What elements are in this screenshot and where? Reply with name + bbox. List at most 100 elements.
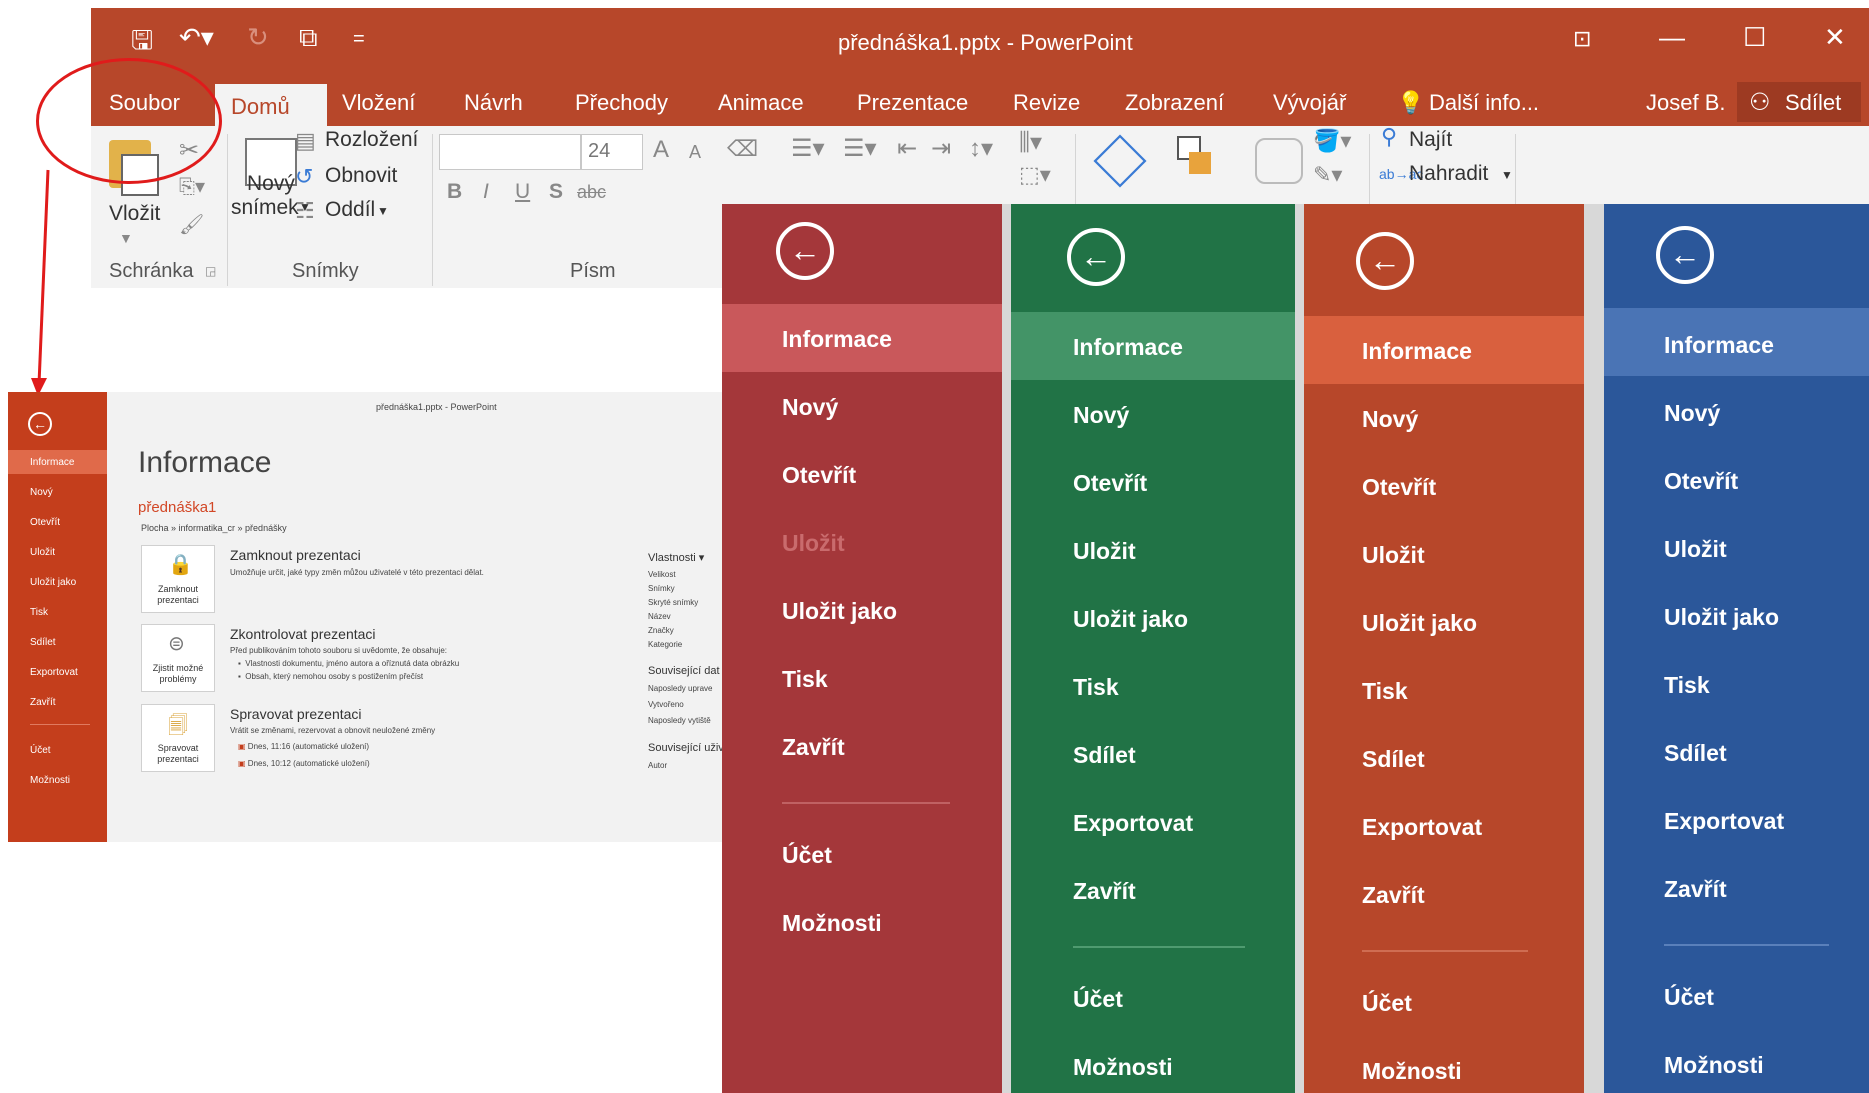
menu-info[interactable]: Informace — [1664, 332, 1774, 359]
grow-font-button[interactable]: A — [653, 136, 669, 164]
menu-account[interactable]: Účet — [30, 745, 51, 756]
reset-icon[interactable]: ↺ — [295, 164, 313, 190]
menu-share[interactable]: Sdílet — [30, 637, 56, 648]
paste-dropdown-icon[interactable]: ▼ — [119, 230, 133, 246]
shape-fill-icon[interactable]: 🪣▾ — [1313, 128, 1351, 154]
menu-open[interactable]: Otevřít — [1073, 470, 1147, 497]
menu-info[interactable]: Informace — [30, 457, 74, 468]
menu-close[interactable]: Zavřít — [30, 697, 56, 708]
properties-heading[interactable]: Vlastnosti ▾ — [648, 551, 704, 564]
menu-options[interactable]: Možnosti — [1664, 1052, 1764, 1079]
menu-save-as[interactable]: Uložit jako — [1073, 606, 1188, 633]
check-issues-button[interactable]: ⊜ Zjistit možné problémy — [141, 624, 215, 692]
quick-styles-icon[interactable] — [1255, 138, 1303, 184]
undo-icon[interactable]: ↶▾ — [179, 22, 214, 53]
menu-info[interactable]: Informace — [782, 326, 892, 353]
menu-close[interactable]: Zavřít — [1073, 878, 1136, 905]
menu-new[interactable]: Nový — [30, 487, 53, 498]
tab-review[interactable]: Revize — [1013, 90, 1080, 116]
menu-save[interactable]: Uložit — [1073, 538, 1136, 565]
section-icon[interactable]: ☷ — [295, 198, 315, 224]
replace-button[interactable]: Nahradit — [1409, 162, 1488, 186]
menu-options[interactable]: Možnosti — [1073, 1054, 1173, 1081]
menu-print[interactable]: Tisk — [1664, 672, 1710, 699]
menu-export[interactable]: Exportovat — [1073, 810, 1193, 837]
new-slide-button[interactable]: snímek — [231, 196, 299, 220]
back-icon[interactable]: ← — [1656, 226, 1714, 284]
protect-presentation-button[interactable]: 🔒 Zamknout prezentaci — [141, 545, 215, 613]
new-slide-line1[interactable]: Nový — [247, 172, 295, 196]
menu-save-as[interactable]: Uložit jako — [30, 577, 76, 588]
share-button[interactable]: ⚇ Sdílet — [1737, 82, 1861, 122]
menu-close[interactable]: Zavřít — [782, 734, 845, 761]
menu-export[interactable]: Exportovat — [1362, 814, 1482, 841]
menu-new[interactable]: Nový — [1073, 402, 1129, 429]
menu-save[interactable]: Uložit — [30, 547, 55, 558]
bold-button[interactable]: B — [447, 180, 462, 204]
italic-button[interactable]: I — [483, 180, 489, 204]
strikethrough-button[interactable]: abc — [577, 182, 606, 203]
bullets-icon[interactable]: ☰▾ — [791, 134, 825, 163]
reset-button[interactable]: Obnovit — [325, 164, 397, 188]
menu-account[interactable]: Účet — [1073, 986, 1123, 1013]
maximize-button[interactable]: ☐ — [1743, 22, 1766, 53]
format-painter-icon[interactable]: 🖌 — [179, 212, 204, 237]
increase-indent-icon[interactable]: ⇥ — [931, 134, 951, 163]
shape-outline-icon[interactable]: ✎▾ — [1313, 162, 1342, 188]
menu-account[interactable]: Účet — [1664, 984, 1714, 1011]
menu-print[interactable]: Tisk — [1362, 678, 1408, 705]
menu-share[interactable]: Sdílet — [1073, 742, 1136, 769]
dialog-launcher-icon[interactable]: ◲ — [205, 264, 216, 278]
minimize-button[interactable]: — — [1659, 22, 1685, 53]
menu-export[interactable]: Exportovat — [30, 667, 78, 678]
close-button[interactable]: ✕ — [1824, 22, 1846, 53]
tab-insert[interactable]: Vložení — [342, 90, 415, 116]
menu-new[interactable]: Nový — [782, 394, 838, 421]
tab-transitions[interactable]: Přechody — [575, 90, 668, 116]
paste-button[interactable]: Vložit — [109, 202, 160, 226]
menu-print[interactable]: Tisk — [1073, 674, 1119, 701]
layout-button[interactable]: Rozložení — [325, 128, 418, 152]
ribbon-display-options-icon[interactable]: ⊡ — [1573, 26, 1591, 52]
redo-icon[interactable]: ↻ — [247, 22, 269, 53]
tell-me-box[interactable]: Další info... — [1429, 90, 1539, 116]
layout-icon[interactable]: ▤ — [295, 128, 316, 154]
replace-dropdown-icon[interactable]: ▼ — [1501, 168, 1513, 182]
numbering-icon[interactable]: ☰▾ — [843, 134, 877, 163]
menu-share[interactable]: Sdílet — [1362, 746, 1425, 773]
shadow-button[interactable]: S — [549, 180, 563, 204]
back-icon[interactable]: ← — [1356, 232, 1414, 290]
menu-close[interactable]: Zavřít — [1664, 876, 1727, 903]
version-item[interactable]: ▣ Dnes, 10:12 (automatické uložení) — [238, 759, 370, 768]
menu-account[interactable]: Účet — [1362, 990, 1412, 1017]
text-direction-icon[interactable]: ⫼▾ — [1019, 128, 1042, 157]
menu-options[interactable]: Možnosti — [1362, 1058, 1462, 1085]
file-path[interactable]: Plocha » informatika_cr » přednášky — [141, 523, 287, 533]
tab-animations[interactable]: Animace — [718, 90, 804, 116]
shrink-font-button[interactable]: A — [689, 142, 701, 163]
menu-save[interactable]: Uložit — [1664, 536, 1727, 563]
menu-options[interactable]: Možnosti — [30, 775, 70, 786]
menu-new[interactable]: Nový — [1664, 400, 1720, 427]
menu-new[interactable]: Nový — [1362, 406, 1418, 433]
user-name[interactable]: Josef B. — [1646, 90, 1725, 116]
menu-share[interactable]: Sdílet — [1664, 740, 1727, 767]
back-icon[interactable]: ← — [1067, 228, 1125, 286]
menu-open[interactable]: Otevřít — [1664, 468, 1738, 495]
menu-save[interactable]: Uložit — [1362, 542, 1425, 569]
menu-open[interactable]: Otevřít — [1362, 474, 1436, 501]
shapes-icon[interactable] — [1093, 134, 1147, 188]
menu-options[interactable]: Možnosti — [782, 910, 882, 937]
version-item[interactable]: ▣ Dnes, 11:16 (automatické uložení) — [238, 742, 369, 751]
clear-formatting-icon[interactable]: ⌫ — [727, 136, 758, 162]
menu-open[interactable]: Otevřít — [782, 462, 856, 489]
menu-account[interactable]: Účet — [782, 842, 832, 869]
start-slideshow-icon[interactable]: ⧉ — [299, 22, 318, 54]
tab-slideshow[interactable]: Prezentace — [857, 90, 968, 116]
underline-button[interactable]: U — [515, 180, 530, 204]
menu-save-as[interactable]: Uložit jako — [782, 598, 897, 625]
decrease-indent-icon[interactable]: ⇤ — [897, 134, 917, 163]
menu-info[interactable]: Informace — [1073, 334, 1183, 361]
menu-print[interactable]: Tisk — [30, 607, 48, 618]
menu-close[interactable]: Zavřít — [1362, 882, 1425, 909]
